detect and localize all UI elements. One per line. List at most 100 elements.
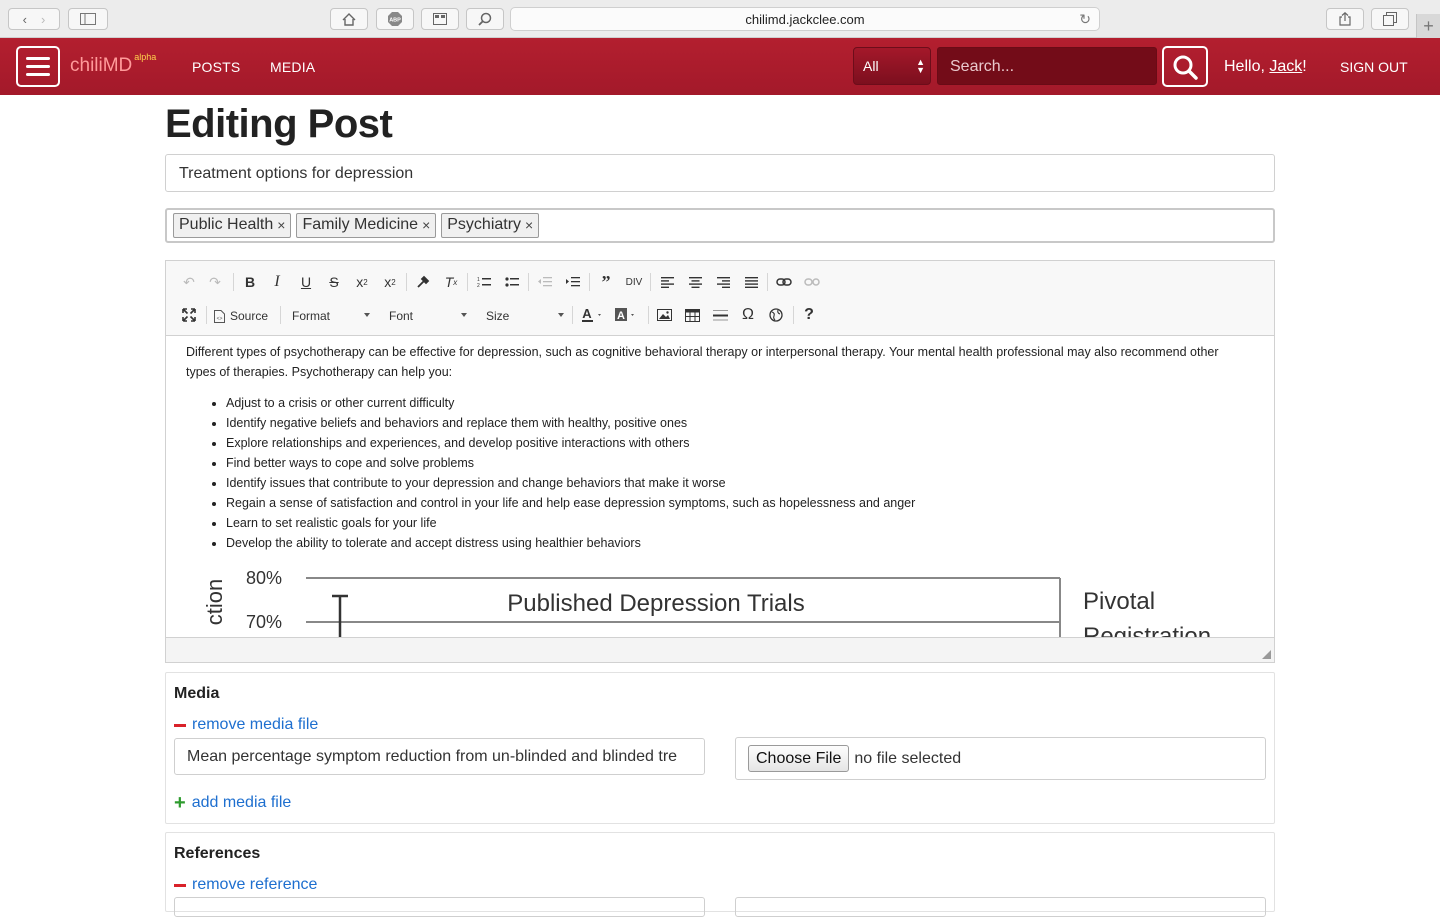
user-profile-link[interactable]: Jack [1269, 58, 1302, 75]
forward-icon[interactable]: › [41, 12, 45, 27]
align-left-icon[interactable] [656, 271, 678, 293]
choose-file-button[interactable]: Choose File [748, 745, 850, 772]
reference-secondary-input[interactable] [735, 897, 1266, 917]
back-icon[interactable]: ‹ [23, 12, 27, 27]
nav-link-posts[interactable]: POSTS [192, 59, 240, 75]
format-dropdown[interactable]: Format [292, 305, 370, 327]
address-bar[interactable]: chilimd.jackclee.com ↻ [510, 7, 1100, 31]
tag-chip: Psychiatry × [441, 213, 540, 238]
horizontal-line-icon[interactable] [709, 304, 731, 326]
indent-icon[interactable] [562, 271, 584, 293]
adblock-button[interactable]: ABP [376, 8, 414, 30]
toolbar-separator [767, 273, 768, 291]
toolbar-separator [528, 273, 529, 291]
home-button[interactable] [330, 8, 368, 30]
bold-icon[interactable]: B [239, 271, 261, 293]
post-title-input[interactable]: Treatment options for depression [165, 154, 1275, 192]
new-tab-button[interactable]: + [1416, 14, 1440, 38]
tag-label: Family Medicine [302, 216, 419, 233]
tabs-overview-button[interactable] [1371, 8, 1409, 30]
embedded-chart-tick: 80% [246, 568, 282, 588]
italic-icon[interactable]: I [266, 271, 288, 293]
source-label: Source [230, 309, 269, 323]
maximize-icon[interactable] [178, 304, 200, 326]
toolbar-separator [589, 273, 590, 291]
superscript-icon[interactable]: x2 [379, 271, 401, 293]
editor-content-area[interactable]: Different types of psychotherapy can be … [166, 337, 1274, 637]
embedded-chart-title: Published Depression Trials [507, 590, 804, 617]
font-label: Font [389, 309, 414, 323]
redo-icon[interactable]: ↷ [204, 271, 226, 293]
search-input[interactable]: Search... [937, 47, 1157, 85]
remove-media-file-link[interactable]: remove media file [174, 716, 318, 734]
embedded-chart-tick: 70% [246, 612, 282, 632]
blockquote-icon[interactable]: ” [595, 271, 617, 293]
div-container-icon[interactable]: DIV [623, 271, 645, 293]
rich-text-editor: ↶ ↷ B I U S x2 x2 Tx 12 ” DIV <> Source … [165, 260, 1275, 663]
image-icon[interactable] [653, 304, 675, 326]
sidebar-toggle-button[interactable] [68, 8, 108, 30]
resize-grip-icon[interactable] [1262, 650, 1271, 659]
back-forward-buttons[interactable]: ‹ › [8, 8, 60, 30]
brand-badge: alpha [134, 51, 157, 62]
tag-chip: Family Medicine × [296, 213, 437, 238]
remove-reference-link[interactable]: remove reference [174, 876, 317, 894]
underline-icon[interactable]: U [295, 271, 317, 293]
add-media-file-link[interactable]: + add media file [174, 793, 291, 813]
remove-format-icon[interactable]: Tx [440, 271, 462, 293]
unlink-icon[interactable] [801, 271, 823, 293]
search-toolbar-button[interactable] [466, 8, 504, 30]
text-color-icon[interactable]: A [580, 304, 608, 326]
remove-tag-icon[interactable]: × [277, 217, 285, 233]
search-scope-select[interactable]: All ▲ ▼ [853, 47, 931, 85]
link-icon[interactable] [773, 271, 795, 293]
home-icon [342, 12, 356, 26]
font-dropdown[interactable]: Font [389, 305, 467, 327]
svg-text:A: A [582, 307, 592, 321]
align-center-icon[interactable] [684, 271, 706, 293]
share-button[interactable] [1326, 8, 1364, 30]
minus-icon [174, 723, 186, 727]
justify-icon[interactable] [740, 271, 762, 293]
tags-input[interactable]: Public Health × Family Medicine × Psychiat… [165, 208, 1275, 243]
menu-button[interactable] [16, 46, 60, 87]
background-color-icon[interactable]: A [613, 304, 641, 326]
search-button[interactable] [1162, 46, 1208, 87]
sidebar-icon [80, 13, 96, 25]
table-icon[interactable] [681, 304, 703, 326]
brand-logo[interactable]: chiliMD alpha [70, 51, 157, 77]
strikethrough-icon[interactable]: S [323, 271, 345, 293]
editor-toolbar: ↶ ↷ B I U S x2 x2 Tx 12 ” DIV <> Source … [166, 261, 1274, 336]
media-caption-input[interactable]: Mean percentage symptom reduction from u… [174, 738, 705, 775]
list-item: Find better ways to cope and solve probl… [226, 453, 915, 473]
undo-icon[interactable]: ↶ [178, 271, 200, 293]
page-title: Editing Post [165, 102, 393, 146]
align-right-icon[interactable] [712, 271, 734, 293]
special-character-icon[interactable]: Ω [737, 304, 759, 326]
tabs-icon [1383, 12, 1397, 26]
svg-text:A: A [617, 310, 625, 322]
copy-format-icon[interactable] [412, 271, 434, 293]
outdent-icon[interactable] [534, 271, 556, 293]
sign-out-link[interactable]: SIGN OUT [1340, 59, 1408, 75]
remove-tag-icon[interactable]: × [525, 217, 533, 233]
bulleted-list-icon[interactable] [501, 271, 523, 293]
reference-input[interactable] [174, 897, 705, 917]
help-icon[interactable]: ? [798, 304, 820, 326]
numbered-list-icon[interactable]: 12 [473, 271, 495, 293]
reload-icon[interactable]: ↻ [1079, 11, 1091, 28]
list-item: Regain a sense of satisfaction and contr… [226, 493, 915, 513]
embedded-chart-image[interactable]: ction 80% 70% Published Depression Trial… [166, 562, 1274, 637]
svg-text:<>: <> [217, 316, 223, 322]
iframe-globe-icon[interactable] [765, 304, 787, 326]
remove-reference-label: remove reference [192, 876, 318, 893]
reader-button[interactable] [421, 8, 459, 30]
subscript-icon[interactable]: x2 [351, 271, 373, 293]
url-text: chilimd.jackclee.com [745, 11, 865, 27]
source-button[interactable]: <> Source [214, 305, 268, 327]
media-heading: Media [174, 685, 220, 702]
toolbar-separator [206, 306, 207, 324]
nav-link-media[interactable]: MEDIA [270, 59, 315, 75]
remove-tag-icon[interactable]: × [422, 217, 430, 233]
size-dropdown[interactable]: Size [486, 305, 564, 327]
